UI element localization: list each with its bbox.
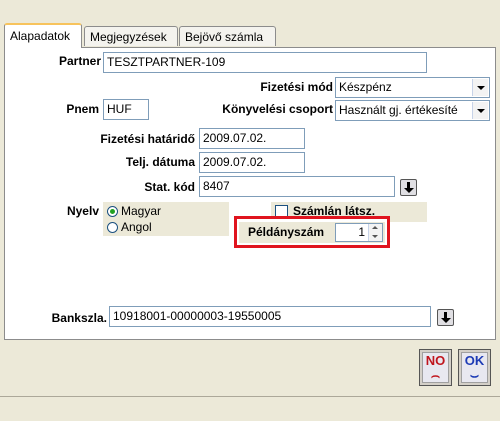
partner-label: Partner xyxy=(58,54,101,68)
fizetesi-mod-label: Fizetési mód xyxy=(260,80,333,94)
peldanyszam-highlight: Példányszám 1 xyxy=(234,216,390,248)
nyelv-radio-group: Magyar Angol xyxy=(103,202,229,236)
fizetesi-hatarido-label: Fizetési határidő xyxy=(100,132,195,146)
fizetesi-mod-select[interactable]: Készpénz xyxy=(335,77,490,98)
konyvelesi-csoport-value: Használt gj. értékesíté xyxy=(339,103,458,117)
tab-megjegyzesek[interactable]: Megjegyzések xyxy=(84,26,178,46)
fizetesi-hatarido-field[interactable]: 2009.07.02. xyxy=(199,128,305,149)
chevron-down-icon[interactable] xyxy=(472,79,488,96)
fizetesi-mod-value: Készpénz xyxy=(339,80,392,94)
peldanyszam-label: Példányszám xyxy=(248,225,325,239)
form-panel: Partner TESZTPARTNER-109 Fizetési mód Ké… xyxy=(4,47,496,340)
peldanyszam-value: 1 xyxy=(358,225,365,239)
bankszla-lookup-button[interactable] xyxy=(437,309,454,326)
no-button[interactable]: NO ⌢ xyxy=(419,349,452,386)
tab-bejovo-szamla[interactable]: Bejövő számla xyxy=(179,26,276,46)
peldanyszam-spinner[interactable]: 1 xyxy=(335,223,383,242)
bankszla-label: Bankszla. xyxy=(51,311,107,325)
partner-field[interactable]: TESZTPARTNER-109 xyxy=(103,52,427,73)
chevron-down-icon[interactable] xyxy=(472,102,488,119)
stat-kod-lookup-button[interactable] xyxy=(400,179,417,196)
telj-datuma-field[interactable]: 2009.07.02. xyxy=(199,152,305,173)
radio-angol-label: Angol xyxy=(121,220,152,234)
pnem-label: Pnem xyxy=(66,102,99,116)
bottom-strip xyxy=(0,396,500,421)
konyvelesi-csoport-select[interactable]: Használt gj. értékesíté xyxy=(335,100,490,121)
radio-magyar[interactable] xyxy=(107,206,118,217)
bankszla-field[interactable]: 10918001-00000003-19550005 xyxy=(109,306,431,327)
tab-alapadatok[interactable]: Alapadatok xyxy=(4,23,82,48)
smile-icon: ⌣ xyxy=(469,367,480,383)
stat-kod-label: Stat. kód xyxy=(144,180,195,194)
peldanyszam-row: Példányszám 1 xyxy=(239,222,385,243)
konyvelesi-csoport-label: Könyvelési csoport xyxy=(222,102,333,116)
radio-magyar-label: Magyar xyxy=(121,204,162,218)
nyelv-label: Nyelv xyxy=(66,204,99,218)
stat-kod-field[interactable]: 8407 xyxy=(199,176,395,197)
frown-icon: ⌢ xyxy=(430,367,441,383)
spinner-arrows-icon[interactable] xyxy=(368,224,382,241)
pnem-field[interactable]: HUF xyxy=(103,99,149,120)
radio-angol[interactable] xyxy=(107,222,118,233)
ok-button[interactable]: OK ⌣ xyxy=(458,349,491,386)
telj-datuma-label: Telj. dátuma xyxy=(125,155,195,169)
